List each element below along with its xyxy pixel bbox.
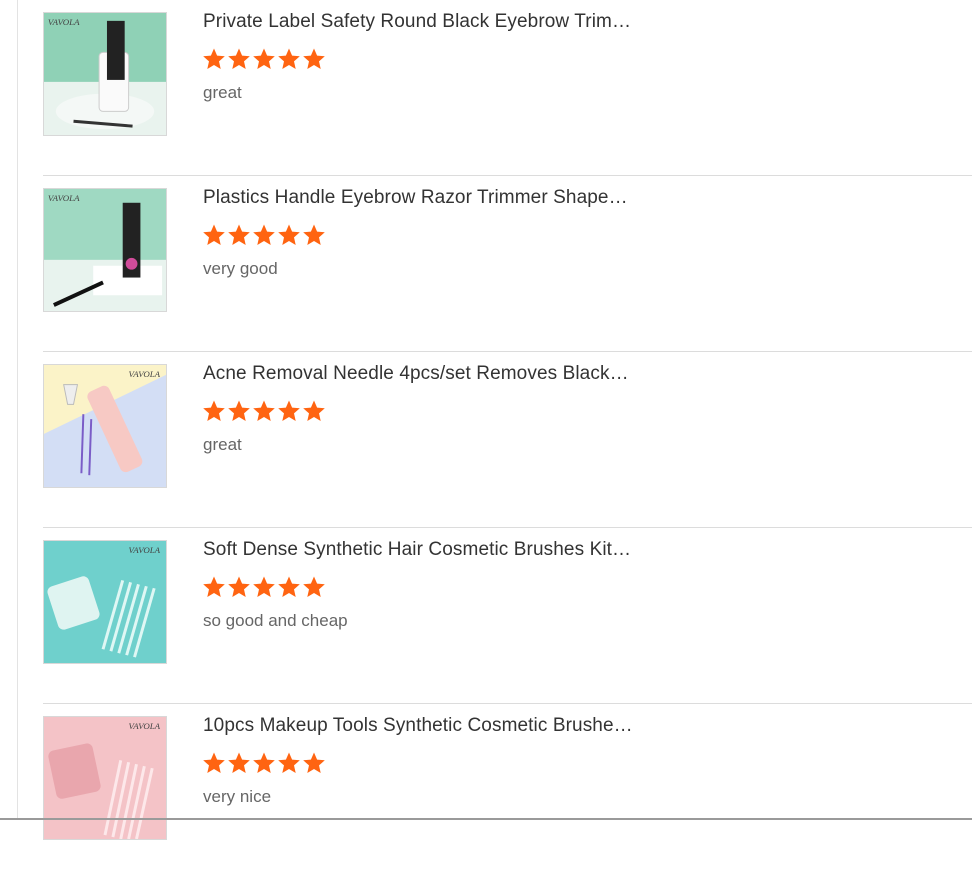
star-icon — [303, 400, 325, 421]
star-icon — [228, 224, 250, 245]
star-icon — [203, 752, 225, 773]
star-rating — [202, 47, 326, 71]
brand-logo: VAVOLA — [48, 193, 80, 203]
review-item: VAVOLA 10pcs Makeup Tools Synthetic Cosm… — [43, 704, 972, 880]
star-rating — [202, 751, 326, 775]
product-thumbnail[interactable]: VAVOLA — [43, 716, 167, 840]
review-comment: so good and cheap — [203, 611, 348, 630]
product-thumbnail[interactable]: VAVOLA — [43, 540, 167, 664]
review-comment: very nice — [203, 787, 272, 806]
star-icon — [278, 752, 300, 773]
product-title[interactable]: Acne Removal Needle 4pcs/set Removes Bla… — [203, 363, 633, 385]
star-icon — [303, 224, 325, 245]
star-icon — [203, 48, 225, 69]
brand-logo: VAVOLA — [48, 17, 80, 27]
star-icon — [253, 48, 275, 69]
review-item: VAVOLA Plastics Handle Eyebrow Razor Tri… — [43, 176, 972, 352]
star-rating — [202, 223, 326, 247]
brand-logo: VAVOLA — [129, 545, 161, 555]
star-icon — [228, 576, 250, 597]
star-icon — [253, 576, 275, 597]
star-icon — [303, 752, 325, 773]
brush-kit-teal-image: VAVOLA — [44, 541, 166, 663]
star-icon — [253, 224, 275, 245]
review-item: VAVOLA Acne Removal Needle 4pcs/set Remo… — [43, 352, 972, 528]
acne-needle-set-image: VAVOLA — [44, 365, 166, 487]
star-icon — [303, 48, 325, 69]
review-comment: great — [203, 435, 242, 454]
star-icon — [278, 576, 300, 597]
star-icon — [203, 224, 225, 245]
brand-logo: VAVOLA — [129, 721, 161, 731]
star-icon — [303, 576, 325, 597]
product-thumbnail[interactable]: VAVOLA — [43, 364, 167, 488]
eyebrow-razor-image: VAVOLA — [44, 13, 166, 135]
review-item: VAVOLA Soft Dense Synthetic Hair Cosmeti… — [43, 528, 972, 704]
star-rating — [202, 399, 326, 423]
brand-logo: VAVOLA — [129, 369, 161, 379]
star-icon — [203, 400, 225, 421]
star-rating — [202, 575, 326, 599]
product-title[interactable]: Private Label Safety Round Black Eyebrow… — [203, 11, 633, 33]
review-comment: great — [203, 83, 242, 102]
left-divider — [17, 0, 18, 820]
star-icon — [203, 576, 225, 597]
eyebrow-razor-pack-image: VAVOLA — [44, 189, 166, 311]
product-title[interactable]: 10pcs Makeup Tools Synthetic Cosmetic Br… — [203, 715, 633, 737]
star-icon — [278, 48, 300, 69]
product-thumbnail[interactable]: VAVOLA — [43, 188, 167, 312]
product-thumbnail[interactable]: VAVOLA — [43, 12, 167, 136]
star-icon — [278, 400, 300, 421]
review-list: VAVOLA Private Label Safety Round Black … — [43, 0, 972, 880]
review-comment: very good — [203, 259, 278, 278]
review-item: VAVOLA Private Label Safety Round Black … — [43, 0, 972, 176]
star-icon — [253, 752, 275, 773]
star-icon — [228, 752, 250, 773]
star-icon — [228, 48, 250, 69]
product-title[interactable]: Soft Dense Synthetic Hair Cosmetic Brush… — [203, 539, 633, 561]
star-icon — [228, 400, 250, 421]
star-icon — [278, 224, 300, 245]
star-icon — [253, 400, 275, 421]
brush-kit-pink-image: VAVOLA — [44, 717, 166, 839]
product-title[interactable]: Plastics Handle Eyebrow Razor Trimmer Sh… — [203, 187, 633, 209]
